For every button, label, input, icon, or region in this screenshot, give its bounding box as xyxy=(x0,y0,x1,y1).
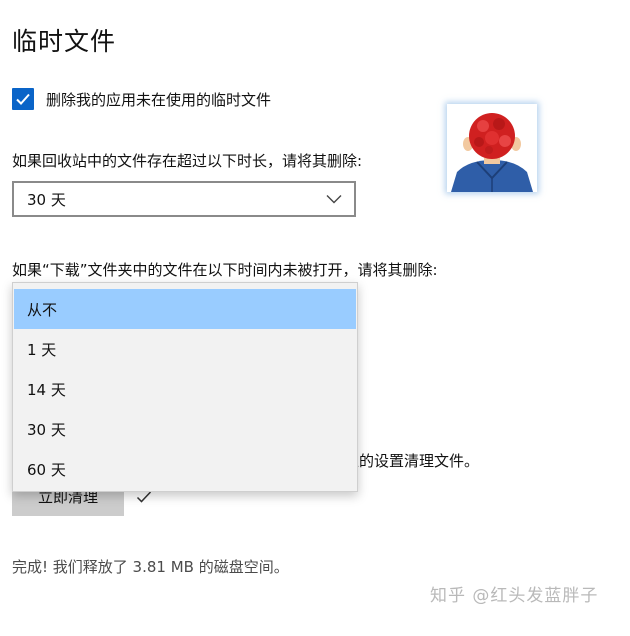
downloads-folder-label: 如果“下载”文件夹中的文件在以下时间内未被打开，请将其删除: xyxy=(12,261,438,279)
recycle-bin-duration-select[interactable]: 30 天 xyxy=(12,181,356,217)
dropdown-option-1-day[interactable]: 1 天 xyxy=(14,329,356,369)
delete-temp-files-checkbox[interactable] xyxy=(12,88,34,110)
dropdown-option-30-days[interactable]: 30 天 xyxy=(14,409,356,449)
delete-temp-files-label: 删除我的应用未在使用的临时文件 xyxy=(46,90,272,109)
dropdown-option-14-days[interactable]: 14 天 xyxy=(14,369,356,409)
status-text: 完成! 我们释放了 3.81 MB 的磁盘空间。 xyxy=(12,558,289,576)
watermark: 知乎 @红头发蓝胖子 xyxy=(430,586,599,606)
dropdown-option-never[interactable]: 从不 xyxy=(14,289,356,329)
recycle-bin-label: 如果回收站中的文件存在超过以下时长，请将其删除: xyxy=(12,152,363,170)
page-title: 临时文件 xyxy=(12,27,117,56)
chevron-down-icon xyxy=(326,195,342,204)
avatar xyxy=(447,104,537,192)
delete-temp-files-checkbox-row[interactable]: 删除我的应用未在使用的临时文件 xyxy=(12,88,271,110)
recycle-bin-duration-value: 30 天 xyxy=(27,190,66,209)
partially-hidden-text: 上的设置清理文件。 xyxy=(344,452,480,470)
checkmark-icon xyxy=(16,93,30,105)
checkmark-icon xyxy=(136,491,152,503)
downloads-duration-dropdown: 从不 1 天 14 天 30 天 60 天 xyxy=(12,282,358,492)
avatar-image xyxy=(451,113,533,192)
dropdown-option-60-days[interactable]: 60 天 xyxy=(14,449,356,489)
